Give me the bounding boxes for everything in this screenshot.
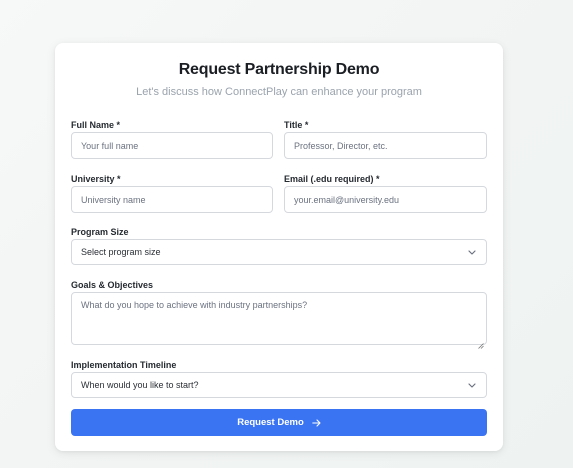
goals-textarea[interactable] (71, 292, 487, 345)
university-input[interactable] (71, 186, 273, 213)
title-input[interactable] (284, 132, 487, 159)
request-demo-label: Request Demo (237, 417, 304, 428)
form-title: Request Partnership Demo (178, 61, 380, 78)
email-input[interactable] (284, 186, 487, 213)
full-name-label: Full Name * (71, 120, 121, 130)
full-name-input[interactable] (71, 132, 273, 159)
chevron-down-icon (468, 373, 476, 397)
program-size-selected-value: Select program size (81, 247, 161, 257)
demo-request-form-card: Request Partnership Demo Let's discuss h… (55, 43, 503, 451)
timeline-label: Implementation Timeline (71, 360, 177, 370)
timeline-selected-value: When would you like to start? (81, 380, 199, 390)
goals-label: Goals & Objectives (71, 280, 154, 290)
email-label: Email (.edu required) * (284, 174, 380, 184)
program-size-label: Program Size (71, 227, 129, 237)
program-size-select[interactable]: Select program size (71, 239, 487, 265)
arrow-right-icon (312, 418, 321, 427)
timeline-select[interactable]: When would you like to start? (71, 372, 487, 398)
university-label: University * (71, 174, 121, 184)
chevron-down-icon (468, 240, 476, 264)
title-label: Title * (284, 120, 309, 130)
request-demo-button[interactable]: Request Demo (71, 409, 487, 436)
form-subtitle: Let's discuss how ConnectPlay can enhanc… (136, 86, 422, 98)
